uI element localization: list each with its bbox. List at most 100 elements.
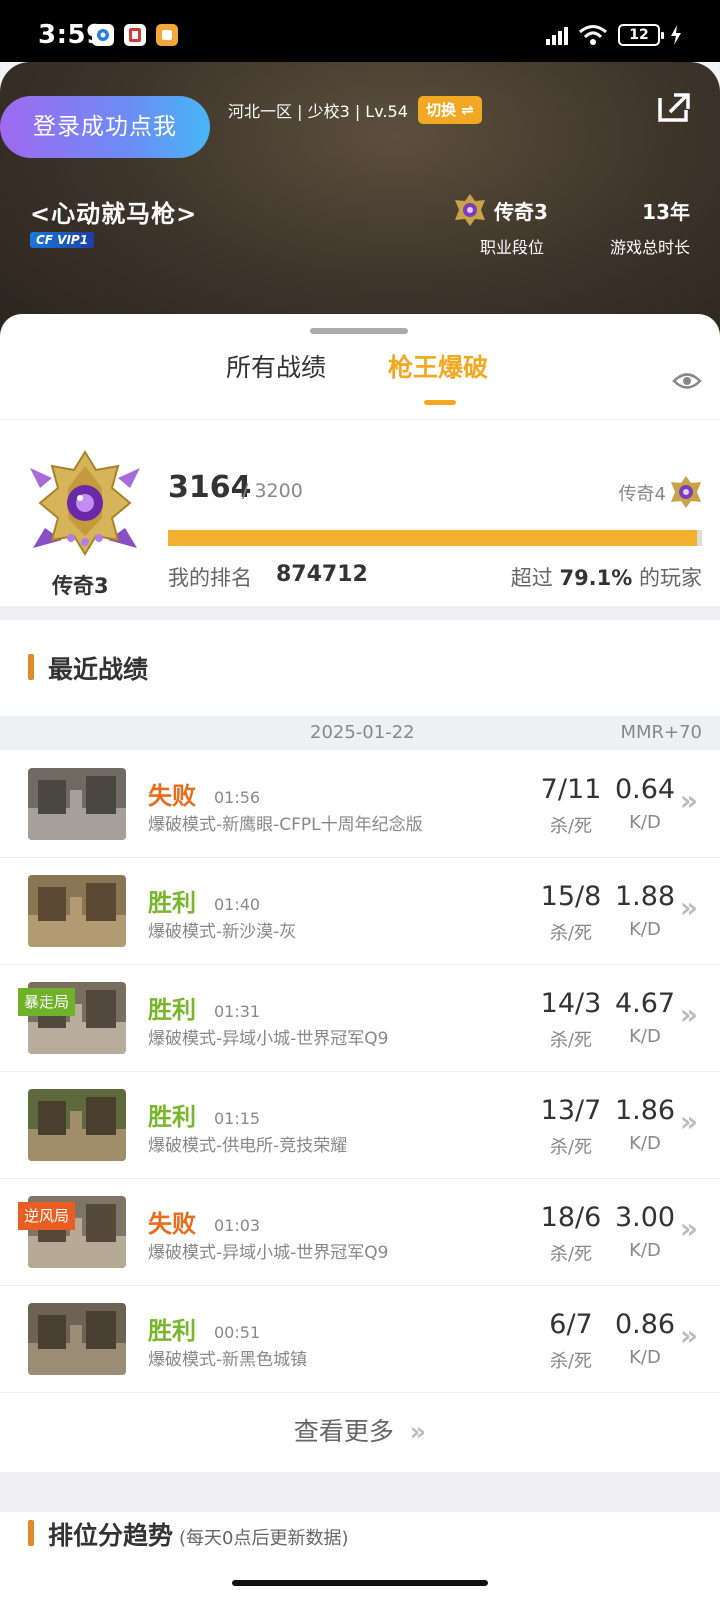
next-rank-icon [671,476,701,508]
emblem-rank-name: 传奇3 [52,574,109,598]
percentile-value: 79.1% [559,566,633,590]
match-tag: 逆风局 [18,1202,76,1230]
eye-icon[interactable] [672,370,702,392]
battery-level: 12 [629,27,649,43]
legend-rank-emblem [30,450,140,556]
chevron-right-icon: » [679,1319,698,1352]
match-duration: 00:51 [214,1323,261,1342]
cellular-signal-icon [546,25,568,45]
match-result: 失败 [148,782,196,810]
view-more-label: 查看更多 [293,1417,394,1446]
percentile-suffix: 的玩家 [639,566,702,590]
match-mode: 爆破模式-新黑色城镇 [148,1350,308,1370]
tab-indicator [424,400,456,405]
match-row[interactable]: 胜利 01:15 爆破模式-供电所-竞技荣耀 13/7 杀/死 1.86 K/D… [0,1071,720,1179]
kd-ratio: 0.64 [614,774,676,805]
chevron-right-icon: » [679,784,698,817]
rank-name: 传奇3 [494,200,548,224]
match-duration: 01:03 [214,1216,261,1235]
match-row[interactable]: 逆风局 失败 01:03 爆破模式-异域小城-世界冠军Q9 18/6 杀/死 3… [0,1178,720,1286]
percentile-text: 超过 79.1% 的玩家 [511,562,702,592]
rank-progress-fill [168,530,697,546]
match-result: 胜利 [148,996,196,1024]
trend-title-text: 排位分趋势 [48,1521,174,1550]
match-row[interactable]: 暴走局 胜利 01:31 爆破模式-异域小城-世界冠军Q9 14/3 杀/死 4… [0,964,720,1072]
my-rank-label: 我的排名 [168,566,252,590]
recent-matches-title: 最近战绩 [28,650,148,686]
chevron-right-icon: » [679,1105,698,1138]
app-notification-icon [92,24,114,46]
my-rank-value: 874712 [276,562,368,587]
match-tag: 暴走局 [18,988,76,1016]
double-chevron-right-icon: » [409,1417,427,1446]
kd-ratio-label: K/D [629,1240,661,1261]
player-nickname: <心动就马枪> [30,200,198,228]
rank-progress-bar [168,530,702,546]
kd-ratio: 3.00 [614,1202,676,1233]
server-info: 河北一区 | 少校3 | Lv.54 [228,102,408,121]
date-row: 2025-01-22 MMR+70 [0,716,720,750]
switch-server-button[interactable]: 切换 ⇌ [418,96,482,124]
match-duration: 01:31 [214,1002,261,1021]
status-bar: 3:59 12 [0,0,720,62]
charging-icon [671,25,681,45]
percentile-prefix: 超过 [510,566,553,590]
kd-ratio-label: K/D [629,919,661,940]
wifi-icon [579,25,607,45]
kd-ratio: 4.67 [614,988,676,1019]
match-result: 胜利 [148,1317,196,1345]
stats-sheet: 所有战绩 枪王爆破 传奇3 3164 / 3200 传奇4 我的排名 87471… [0,314,720,1600]
match-result: 胜利 [148,889,196,917]
divider [0,606,720,620]
screen: 3:59 12 登录成功点我 河北一区 | 少校3 | Lv.54 切换 ⇌ <… [0,0,720,1600]
trend-title: 排位分趋势 (每天0点后更新数据) [28,1516,349,1552]
map-thumbnail [28,875,126,947]
match-duration: 01:40 [214,895,261,914]
status-icons: 12 [546,22,682,48]
chevron-right-icon: » [679,1212,698,1245]
map-thumbnail [28,768,126,840]
rank-score: 3164 [168,470,252,505]
kd-ratio-label: K/D [629,1347,661,1368]
match-mode: 爆破模式-供电所-竞技荣耀 [148,1136,348,1156]
message-notification-icon [156,24,178,46]
view-more-button[interactable]: 查看更多 » [0,1392,720,1472]
next-rank-name: 传奇4 [618,484,666,505]
tab-sniper-defuse[interactable]: 枪王爆破 [388,348,488,384]
match-mode: 爆破模式-异域小城-世界冠军Q9 [148,1029,389,1049]
tab-all-records[interactable]: 所有战绩 [226,348,326,384]
rank-card: 传奇3 3164 / 3200 传奇4 我的排名 874712 超过 79.1%… [0,420,720,620]
chevron-right-icon: » [679,998,698,1031]
kd-ratio-label: K/D [629,1026,661,1047]
play-years-label: 游戏总时长 [609,238,690,257]
rank-label: 职业段位 [480,238,545,257]
match-mode: 爆破模式-新鹰眼-CFPL十周年纪念版 [148,815,423,835]
login-button[interactable]: 登录成功点我 [0,96,210,158]
match-date: 2025-01-22 [310,722,415,743]
home-indicator[interactable] [232,1580,488,1586]
share-icon[interactable] [656,92,692,124]
match-mode: 爆破模式-新沙漠-灰 [148,922,297,942]
kd-ratio-label: K/D [629,1133,661,1154]
mmr-change: MMR+70 [620,722,702,743]
match-duration: 01:15 [214,1109,261,1128]
match-mode: 爆破模式-异域小城-世界冠军Q9 [148,1243,389,1263]
match-row[interactable]: 失败 01:56 爆破模式-新鹰眼-CFPL十周年纪念版 7/11 杀/死 0.… [0,750,720,858]
rank-badge-icon [455,194,485,226]
match-result: 胜利 [148,1103,196,1131]
game-notification-icon [124,24,146,46]
match-result: 失败 [148,1210,196,1238]
profile-header: 登录成功点我 河北一区 | 少校3 | Lv.54 切换 ⇌ <心动就马枪> C… [0,62,720,352]
kd-ratio: 1.86 [614,1095,676,1126]
map-thumbnail [28,1303,126,1375]
battery-icon: 12 [618,24,664,46]
rank-score-max: / 3200 [242,480,303,502]
match-row[interactable]: 胜利 00:51 爆破模式-新黑色城镇 6/7 杀/死 0.86 K/D » [0,1285,720,1393]
map-thumbnail [28,1089,126,1161]
tab-bar: 所有战绩 枪王爆破 [0,334,720,420]
match-row[interactable]: 胜利 01:40 爆破模式-新沙漠-灰 15/8 杀/死 1.88 K/D » [0,857,720,965]
kd-ratio: 1.88 [614,881,676,912]
trend-subtitle: (每天0点后更新数据) [179,1528,349,1549]
play-years: 13年 [642,200,690,224]
kd-ratio-label: K/D [629,812,661,833]
